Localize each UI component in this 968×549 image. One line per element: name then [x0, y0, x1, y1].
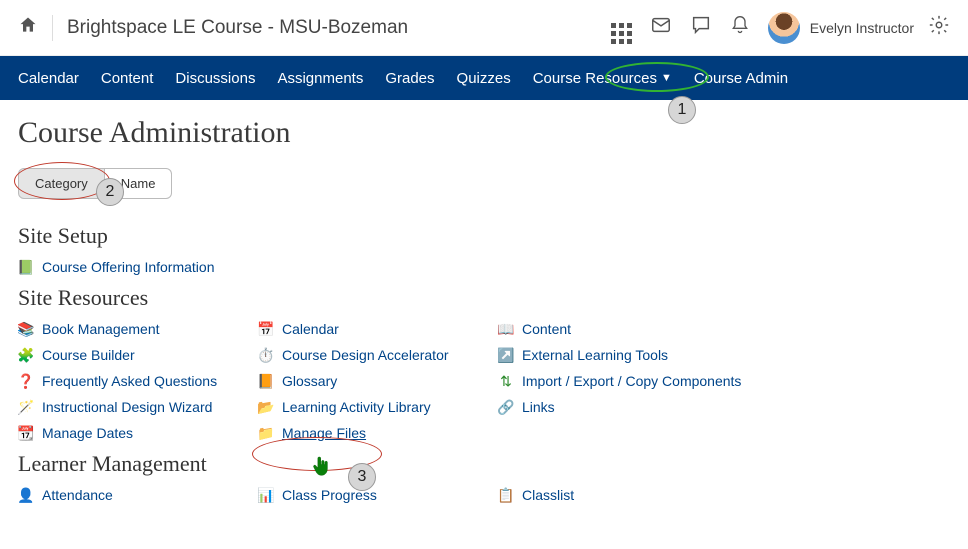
builder-icon: 🧩	[18, 347, 34, 363]
home-icon[interactable]	[18, 15, 38, 41]
dates-icon: 📆	[18, 425, 34, 441]
link-classlist[interactable]: 📋Classlist	[498, 487, 818, 503]
nav-grades[interactable]: Grades	[385, 70, 434, 87]
progress-icon: 📊	[258, 487, 274, 503]
nav-quizzes[interactable]: Quizzes	[457, 70, 511, 87]
person-icon: 👤	[18, 487, 34, 503]
section-site-resources: Site Resources	[18, 285, 950, 311]
annotation-oval-1	[605, 62, 709, 92]
page-title: Course Administration	[18, 116, 950, 150]
glossary-icon: 📙	[258, 373, 274, 389]
nav-calendar[interactable]: Calendar	[18, 70, 79, 87]
link-course-builder[interactable]: 🧩Course Builder	[18, 347, 258, 363]
link-import-export[interactable]: ⇅Import / Export / Copy Components	[498, 373, 818, 389]
nav-assignments[interactable]: Assignments	[277, 70, 363, 87]
wizard-icon: 🪄	[18, 399, 34, 415]
link-external-tools[interactable]: ↗️External Learning Tools	[498, 347, 818, 363]
link-attendance[interactable]: 👤Attendance	[18, 487, 258, 503]
external-icon: ↗️	[498, 347, 514, 363]
apps-waffle-icon[interactable]	[611, 11, 632, 44]
user-menu[interactable]: Evelyn Instructor	[768, 12, 914, 44]
section-site-setup: Site Setup	[18, 223, 950, 249]
nav-discussions[interactable]: Discussions	[175, 70, 255, 87]
link-book-management[interactable]: 📚Book Management	[18, 321, 258, 337]
top-bar: Brightspace LE Course - MSU-Bozeman Evel…	[0, 0, 968, 56]
link-links[interactable]: 🔗Links	[498, 399, 818, 415]
list-icon: 📋	[498, 487, 514, 503]
avatar	[768, 12, 800, 44]
calendar-icon: 📅	[258, 321, 274, 337]
link-manage-dates[interactable]: 📆Manage Dates	[18, 425, 258, 441]
divider	[52, 15, 53, 41]
folder-icon: 📁	[258, 425, 274, 441]
bell-icon[interactable]	[730, 15, 750, 41]
link-class-progress[interactable]: 📊Class Progress	[258, 487, 498, 503]
book-icon: 📗	[18, 259, 34, 275]
nav-content[interactable]: Content	[101, 70, 154, 87]
link-calendar[interactable]: 📅Calendar	[258, 321, 498, 337]
section-learner-mgmt: Learner Management	[18, 451, 950, 477]
link-design-wizard[interactable]: 🪄Instructional Design Wizard	[18, 399, 258, 415]
link-course-offering-info[interactable]: 📗 Course Offering Information	[18, 259, 258, 275]
user-name: Evelyn Instructor	[810, 20, 914, 36]
chat-icon[interactable]	[690, 14, 712, 42]
books-icon: 📚	[18, 321, 34, 337]
course-title[interactable]: Brightspace LE Course - MSU-Bozeman	[67, 17, 408, 39]
navbar: Calendar Content Discussions Assignments…	[0, 56, 968, 100]
content-icon: 📖	[498, 321, 514, 337]
gauge-icon: ⏱️	[258, 347, 274, 363]
link-icon: 🔗	[498, 399, 514, 415]
link-content[interactable]: 📖Content	[498, 321, 818, 337]
faq-icon: ❓	[18, 373, 34, 389]
annotation-number-2: 2	[96, 178, 124, 206]
mail-icon[interactable]	[650, 14, 672, 42]
gear-icon[interactable]	[928, 14, 950, 42]
link-glossary[interactable]: 📙Glossary	[258, 373, 498, 389]
library-icon: 📂	[258, 399, 274, 415]
content: Course Administration Category Name 2 Si…	[0, 100, 968, 531]
annotation-number-3: 3	[348, 463, 376, 491]
link-course-design-accel[interactable]: ⏱️Course Design Accelerator	[258, 347, 498, 363]
link-faq[interactable]: ❓Frequently Asked Questions	[18, 373, 258, 389]
link-activity-library[interactable]: 📂Learning Activity Library	[258, 399, 498, 415]
import-icon: ⇅	[498, 373, 514, 389]
